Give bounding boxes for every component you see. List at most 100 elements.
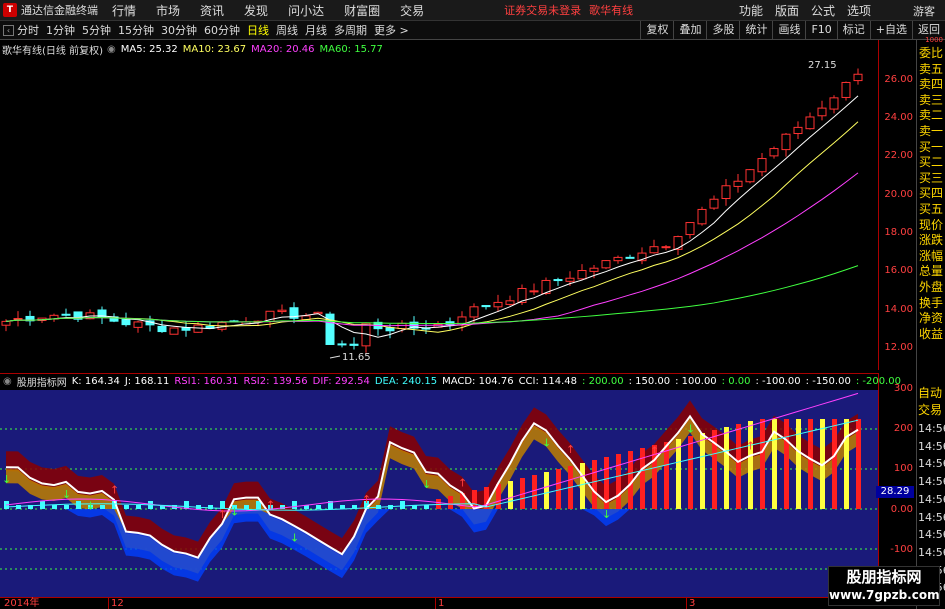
date-tick: 1 [435,598,444,609]
candle-body [733,180,743,187]
rp-item: 收益 [919,326,944,341]
menu-function[interactable]: 功能 [739,2,763,19]
candle-body [769,148,779,157]
menu-formula[interactable]: 公式 [811,2,835,19]
auto-label: 自动 [918,386,943,400]
macd-bar [136,505,141,509]
macd-bar [856,419,861,509]
user-guest[interactable]: 游客 [913,3,935,19]
menu-discover[interactable]: 发现 [244,2,268,19]
macd-bar [760,419,765,509]
sell-arrow-icon: ↑ [110,484,119,497]
f10-button[interactable]: F10 [805,21,836,39]
indicator-current-value: 28.29 [876,486,914,498]
price-tick: 20.00 [884,189,913,200]
candle-body [709,198,719,209]
rp-item: 卖二 [919,108,944,123]
ind-rsi1: RSI1: 160.31 [174,376,239,387]
panel-top: 1000 [917,36,945,46]
rp-item: 外盘 [919,279,944,294]
date-tick: 3 [686,598,695,609]
price-tick: 22.00 [884,150,913,161]
period-weekly[interactable]: 周线 [276,22,298,38]
period-15min[interactable]: 15分钟 [118,22,154,38]
collapse-icon[interactable]: ‹ [3,24,14,36]
macd-bar [736,424,741,509]
stock-name-label: 歌华有线(日线 前复权) [2,45,103,57]
date-axis: 2014年 12 1 3 [0,597,878,609]
menu-layout[interactable]: 版面 [775,2,799,19]
tick-time: 14:56 [918,457,945,471]
indicator-chart[interactable]: ↓↓↓ ↓↓↓↓↓↓↑↑↑ ↑↑↑ ↑ ↑ [0,390,878,597]
auto-trade-label[interactable]: 自动 交易 [918,385,942,419]
candlestick-chart[interactable]: 27.15 11.65 [0,40,878,370]
add-watchlist-button[interactable]: +自选 [869,21,912,39]
macd-bar [700,433,705,509]
multi-stock-button[interactable]: 多股 [706,21,739,39]
period-5min[interactable]: 5分钟 [82,22,111,38]
rp-item: 涨幅 [919,248,944,263]
dropdown-icon[interactable]: ◉ [3,376,12,387]
adjust-button[interactable]: 复权 [640,21,673,39]
period-more[interactable]: 更多 > [374,22,409,38]
menu-news[interactable]: 资讯 [200,2,224,19]
macd-bar [316,505,321,509]
overlay-button[interactable]: 叠加 [673,21,706,39]
ind-cci: CCI: 114.48 [518,376,578,387]
indicator-axis: 300 200 100 0.00 -100 [878,373,916,597]
menu-options[interactable]: 选项 [847,2,871,19]
candle-body [661,246,671,249]
indicator-name[interactable]: 股朋指标网 [17,374,67,389]
low-price-label: 11.65 [342,352,371,363]
ind-level-100: : 100.00 [675,376,717,387]
candle-body [721,185,731,200]
candle-body [121,319,131,326]
menu-bar: T 通达信金融终端 行情 市场 资讯 发现 问小达 财富圈 交易 证券交易未登录… [0,0,945,21]
macd-bar [340,505,345,509]
rp-item: 涨跌 [919,233,944,248]
rp-item: 现价 [919,217,944,232]
macd-bar [400,501,405,509]
price-tick: 16.00 [884,265,913,276]
dropdown-icon[interactable]: ◉ [107,44,116,55]
ma5-line [5,95,859,338]
period-60min[interactable]: 60分钟 [204,22,240,38]
menu-market[interactable]: 市场 [156,2,180,19]
rp-item: 换手 [919,295,944,310]
menu-trade[interactable]: 交易 [400,2,424,19]
sell-arrow-icon: ↑ [362,493,371,506]
ind-level-0: : 0.00 [721,376,751,387]
candle-body [505,300,515,305]
macd-bar [64,505,69,509]
stats-button[interactable]: 统计 [739,21,772,39]
rp-item: 总量 [919,264,944,279]
period-intraday[interactable]: 分时 [17,22,39,38]
ma20-label: MA20: 20.46 [251,43,315,55]
macd-bar [724,427,729,509]
tick-time: 14:56 [918,510,945,524]
trade-login-notice[interactable]: 证券交易未登录 [504,2,581,18]
menu-wealth[interactable]: 财富圈 [344,2,380,19]
rp-item: 买二 [919,155,944,170]
current-stock-tab[interactable]: 歌华有线 [589,2,633,18]
draw-line-button[interactable]: 画线 [772,21,805,39]
rp-item: 买四 [919,186,944,201]
tick-time: 14:56 [918,422,945,435]
macd-bar [616,454,621,509]
candle-body [133,321,143,328]
menu-ask[interactable]: 问小达 [288,2,324,19]
indicator-background [0,390,878,597]
period-daily[interactable]: 日线 [247,22,269,38]
candle-body [781,133,791,151]
period-multi[interactable]: 多周期 [334,22,367,38]
macd-bar [688,436,693,509]
period-monthly[interactable]: 月线 [305,22,327,38]
period-1min[interactable]: 1分钟 [46,22,75,38]
rp-item: 卖四 [919,77,944,92]
buy-arrow-icon: ↓ [86,499,95,512]
candle-body [553,279,563,282]
period-30min[interactable]: 30分钟 [161,22,197,38]
mark-button[interactable]: 标记 [836,21,870,39]
menu-market-quotes[interactable]: 行情 [112,2,136,19]
candle-body [817,107,827,117]
